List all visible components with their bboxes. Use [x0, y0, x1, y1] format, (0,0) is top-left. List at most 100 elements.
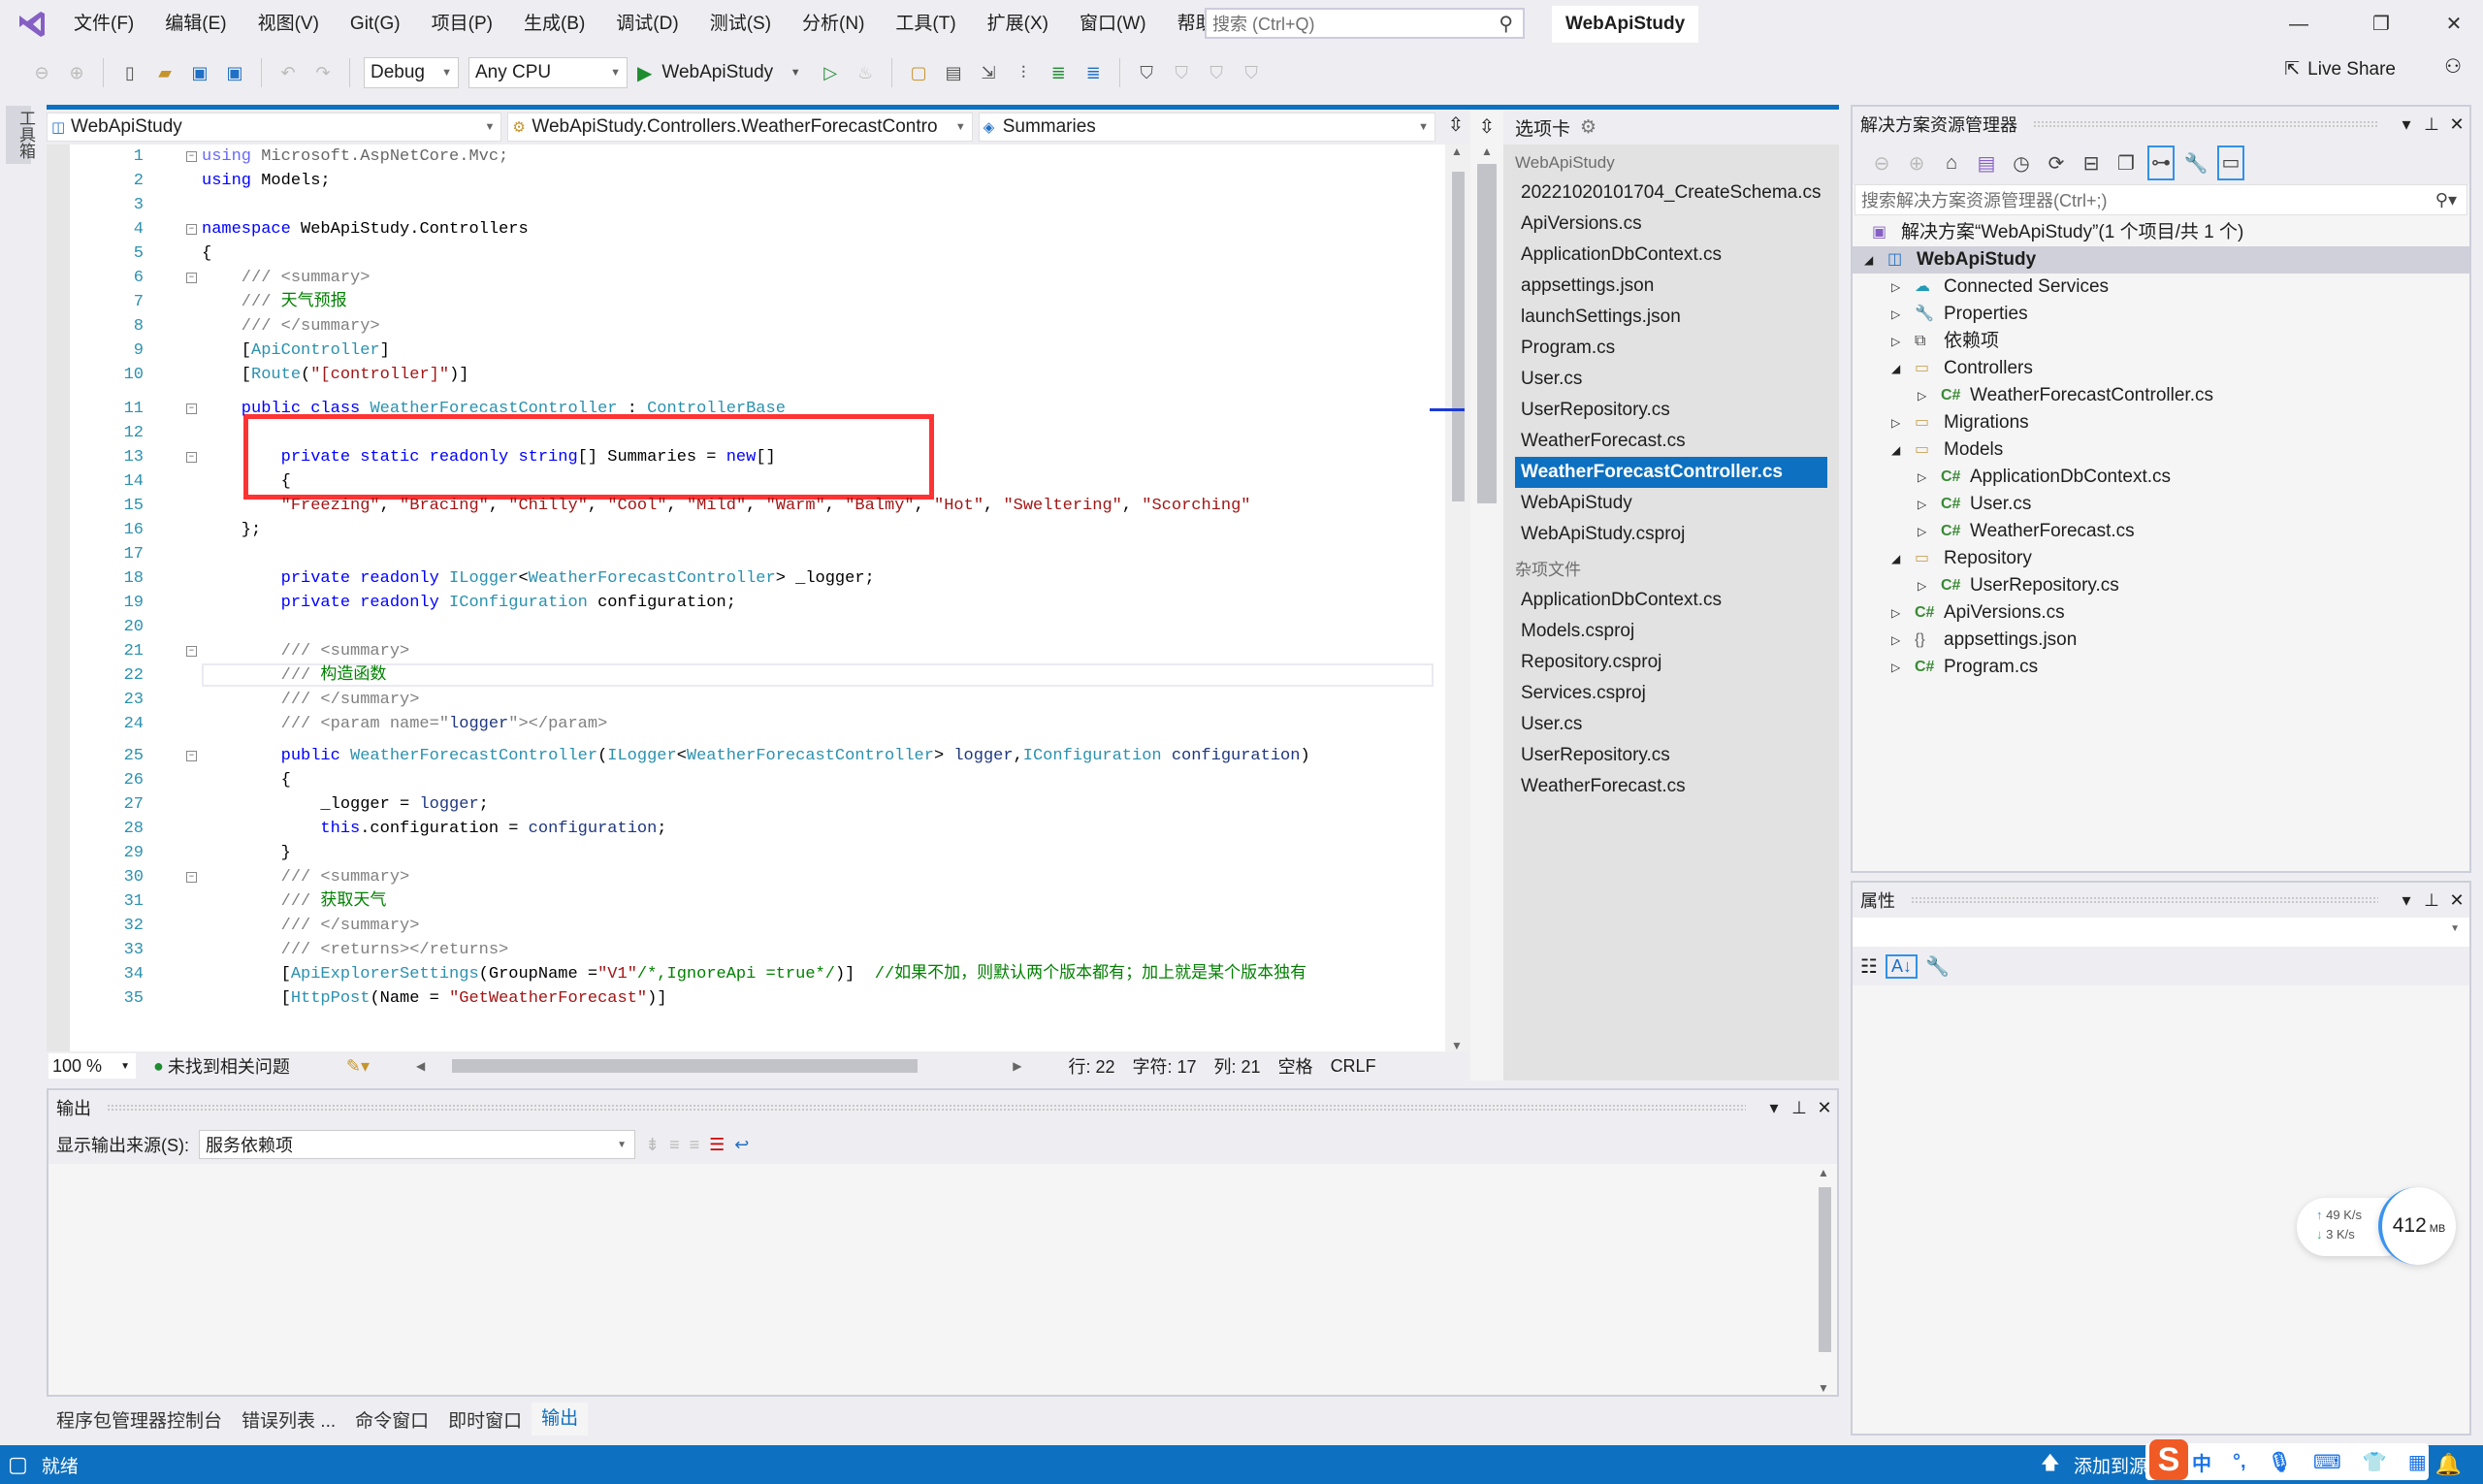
expanded-arrow-icon[interactable]: ◢ — [1891, 355, 1900, 382]
code-cleanup-icon[interactable]: ✎▾ — [346, 1056, 370, 1077]
bottom-tab[interactable]: 输出 — [532, 1403, 589, 1436]
tab-item[interactable]: ApiVersions.cs — [1503, 209, 1839, 240]
tabs-scrollbar-thumb[interactable] — [1477, 164, 1497, 503]
scrollbar-thumb[interactable] — [1452, 172, 1465, 501]
menu-item[interactable]: 分析(N) — [787, 0, 880, 48]
property-pages-icon[interactable]: 🔧 — [1925, 954, 1950, 979]
home-icon[interactable]: ⌂ — [1938, 152, 1965, 175]
tab-item[interactable]: Repository.csproj — [1503, 647, 1839, 678]
project-dropdown[interactable]: ◫ WebApiStudy ▼ — [47, 113, 502, 142]
collapsed-arrow-icon[interactable]: ▷ — [1891, 274, 1900, 301]
dropdown-icon[interactable]: ▾ — [2394, 890, 2419, 911]
comment-icon[interactable]: ≣ — [1046, 63, 1071, 83]
fold-toggle-icon[interactable]: − — [186, 872, 197, 883]
split-editor-icon[interactable]: ⇳ — [1441, 113, 1470, 142]
clear-all-icon[interactable]: ☰ — [709, 1135, 725, 1155]
object-selector-dropdown[interactable]: ▼ — [1853, 918, 2469, 947]
tab-item[interactable]: WeatherForecastController.cs — [1515, 457, 1827, 488]
fold-toggle-icon[interactable]: − — [186, 403, 197, 414]
code-area[interactable]: 1− using Microsoft.AspNetCore.Mvc; 2 using … — [47, 145, 1443, 1052]
tree-node[interactable]: ▷ C# WeatherForecastController.cs — [1853, 382, 2469, 409]
pin-icon[interactable]: ⊥ — [2419, 114, 2444, 135]
bookmark-icon[interactable]: ⛉ — [1134, 63, 1159, 83]
show-all-files-icon[interactable]: ❐ — [2112, 151, 2140, 176]
menu-item[interactable]: Git(G) — [335, 0, 416, 48]
previous-message-icon[interactable]: ≡ — [669, 1135, 680, 1155]
bottom-tab[interactable]: 错误列表 ... — [232, 1406, 345, 1433]
tab-item[interactable]: WeatherForecast.cs — [1503, 426, 1839, 457]
menu-item[interactable]: 扩展(X) — [972, 0, 1064, 48]
preview-selected-icon[interactable]: ▭ — [2217, 145, 2244, 180]
zoom-dropdown[interactable]: 100 % ▼ — [48, 1053, 136, 1079]
undo-icon[interactable]: ↶ — [275, 63, 301, 83]
tree-node[interactable]: ▷ {} appsettings.json — [1853, 627, 2469, 654]
scroll-down-icon[interactable]: ▼ — [1451, 1039, 1463, 1052]
forward-icon[interactable]: ⊕ — [1903, 151, 1930, 176]
pin-icon[interactable]: ⊥ — [1787, 1098, 1812, 1118]
scroll-left-icon[interactable]: ◀ — [416, 1059, 425, 1073]
minimize-button[interactable]: — — [2270, 0, 2328, 48]
dropdown-icon[interactable]: ▾ — [1761, 1098, 1787, 1118]
step-icon[interactable]: ⇲ — [976, 63, 1001, 83]
live-share-button[interactable]: ⇱ Live Share — [2284, 58, 2396, 81]
indent-indicator[interactable]: 空格 — [1278, 1053, 1313, 1079]
switch-views-icon[interactable]: ▤ — [1973, 151, 2000, 176]
notification-bell-icon[interactable]: 🔔 — [2435, 1452, 2462, 1477]
tab-item[interactable]: Models.csproj — [1503, 616, 1839, 647]
tab-item[interactable]: WebApiStudy.csproj — [1503, 519, 1839, 550]
pin-icon[interactable]: ⊥ — [2419, 890, 2444, 911]
fold-toggle-icon[interactable]: − — [186, 273, 197, 283]
output-scrollbar[interactable]: ▲ ▼ — [1812, 1166, 1837, 1395]
window-layout-icon[interactable]: ▤ — [941, 63, 966, 83]
class-dropdown[interactable]: ⚙ WebApiStudy.Controllers.WeatherForecast… — [507, 113, 973, 142]
start-without-debug-icon[interactable]: ▷ — [818, 63, 843, 83]
menu-item[interactable]: 文件(F) — [58, 0, 149, 48]
clear-bookmarks-icon[interactable]: ⛉ — [1239, 63, 1264, 83]
restore-button[interactable]: ❐ — [2352, 0, 2410, 48]
close-icon[interactable]: ✕ — [1812, 1098, 1837, 1118]
collapsed-arrow-icon[interactable]: ▷ — [1891, 627, 1900, 654]
collapsed-arrow-icon[interactable]: ▷ — [1918, 518, 1926, 545]
menu-item[interactable]: 视图(V) — [242, 0, 335, 48]
toolbox-grid-icon[interactable]: ▦ — [2408, 1450, 2427, 1474]
drag-grip[interactable] — [1911, 896, 2378, 904]
collapsed-arrow-icon[interactable]: ▷ — [1918, 572, 1926, 599]
drag-grip[interactable] — [107, 1104, 1746, 1112]
tab-item[interactable]: UserRepository.cs — [1503, 395, 1839, 426]
navigate-back-icon[interactable]: ⊖ — [29, 63, 54, 83]
close-icon[interactable]: ✕ — [2444, 890, 2469, 911]
bottom-tab[interactable]: 即时窗口 — [438, 1406, 532, 1433]
collapsed-arrow-icon[interactable]: ▷ — [1891, 654, 1900, 681]
issues-status[interactable]: 未找到相关问题 — [168, 1053, 290, 1079]
tree-node[interactable]: ▷ C# User.cs — [1853, 491, 2469, 518]
tab-item[interactable]: User.cs — [1503, 709, 1839, 740]
tab-item[interactable]: ApplicationDbContext.cs — [1503, 585, 1839, 616]
tab-item[interactable]: launchSettings.json — [1503, 302, 1839, 333]
ime-mode-toggle[interactable]: 中 — [2192, 1448, 2211, 1476]
save-all-icon[interactable]: ▣ — [222, 63, 247, 83]
prev-bookmark-icon[interactable]: ⛉ — [1169, 63, 1194, 83]
next-message-icon[interactable]: ≡ — [690, 1135, 700, 1155]
scroll-down-icon[interactable]: ▼ — [1818, 1381, 1829, 1395]
menu-item[interactable]: 窗口(W) — [1064, 0, 1162, 48]
menu-item[interactable]: 生成(B) — [508, 0, 600, 48]
new-project-icon[interactable]: ▯ — [117, 63, 143, 83]
expanded-arrow-icon[interactable]: ◢ — [1864, 246, 1873, 274]
fold-toggle-icon[interactable]: − — [186, 751, 197, 761]
split-icon[interactable]: ⇳ — [1470, 110, 1503, 145]
collapse-all-icon[interactable]: ⊟ — [2078, 151, 2105, 176]
solution-node[interactable]: ▣ 解决方案“WebApiStudy”(1 个项目/共 1 个) — [1853, 219, 2469, 246]
menu-item[interactable]: 编辑(E) — [149, 0, 242, 48]
collapsed-arrow-icon[interactable]: ▷ — [1918, 382, 1926, 409]
hot-reload-icon[interactable]: ♨ — [853, 63, 878, 83]
find-in-files-icon[interactable]: ▢ — [906, 63, 931, 83]
save-icon[interactable]: ▣ — [187, 63, 212, 83]
scrollbar-thumb[interactable] — [1819, 1187, 1831, 1352]
tree-node[interactable]: ▷ C# ApiVersions.cs — [1853, 599, 2469, 627]
pending-changes-icon[interactable]: ◷ — [2008, 151, 2035, 176]
alphabetical-icon[interactable]: A↓ — [1885, 953, 1918, 979]
redo-icon[interactable]: ↷ — [310, 63, 336, 83]
uncomment-icon[interactable]: ≣ — [1080, 63, 1106, 83]
run-target-button[interactable]: WebApiStudy — [661, 62, 773, 83]
bottom-tab[interactable]: 命令窗口 — [345, 1406, 438, 1433]
